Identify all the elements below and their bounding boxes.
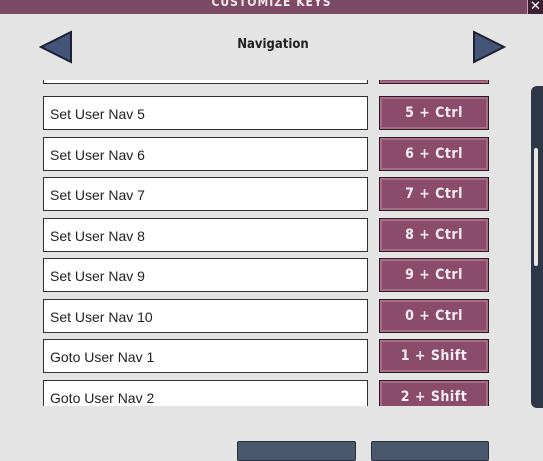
keybinding-row: Goto User Nav 1 1 + Shift: [0, 339, 543, 375]
key-binding-button[interactable]: 8 + Ctrl: [379, 218, 489, 252]
keybinding-row: Set User Nav 9 9 + Ctrl: [0, 258, 543, 294]
keybinding-row: Set User Nav 6 6 + Ctrl: [0, 137, 543, 173]
action-label: Set User Nav 9: [43, 258, 368, 292]
scrollbar-track[interactable]: [531, 86, 543, 408]
back-button[interactable]: [371, 441, 489, 461]
right-arrow-icon: [473, 30, 506, 64]
next-category-button[interactable]: [472, 30, 506, 64]
action-label: [43, 80, 368, 84]
category-title: Navigation: [237, 37, 309, 52]
action-label: Set User Nav 8: [43, 218, 368, 252]
key-binding-button[interactable]: 2 + Shift: [379, 380, 489, 406]
title-bar: CUSTOMIZE KEYS ✕: [0, 0, 543, 14]
key-binding-button[interactable]: [379, 80, 489, 84]
keybinding-row: Goto User Nav 2 2 + Shift: [0, 380, 543, 406]
keybinding-row: [0, 80, 543, 86]
keybinding-row: Set User Nav 7 7 + Ctrl: [0, 177, 543, 213]
key-binding-button[interactable]: 0 + Ctrl: [379, 299, 489, 333]
action-label: Goto User Nav 1: [43, 339, 368, 373]
action-label: Goto User Nav 2: [43, 380, 368, 406]
previous-category-button[interactable]: [39, 30, 73, 64]
scrollbar-thumb[interactable]: [534, 148, 538, 266]
key-binding-button[interactable]: 9 + Ctrl: [379, 258, 489, 292]
key-binding-button[interactable]: 5 + Ctrl: [379, 96, 489, 130]
keybinding-row: Set User Nav 5 5 + Ctrl: [0, 96, 543, 132]
key-binding-button[interactable]: 7 + Ctrl: [379, 177, 489, 211]
action-label: Set User Nav 10: [43, 299, 368, 333]
keybinding-row: Set User Nav 10 0 + Ctrl: [0, 299, 543, 335]
close-button[interactable]: ✕: [527, 0, 543, 14]
window-title: CUSTOMIZE KEYS: [211, 0, 332, 9]
action-label: Set User Nav 6: [43, 137, 368, 171]
keybinding-row: Set User Nav 8 8 + Ctrl: [0, 218, 543, 254]
keybinding-list[interactable]: Set User Nav 5 5 + Ctrl Set User Nav 6 6…: [0, 80, 543, 406]
left-arrow-icon: [39, 30, 72, 64]
reset-button[interactable]: [237, 441, 356, 461]
action-label: Set User Nav 5: [43, 96, 368, 130]
key-binding-button[interactable]: 1 + Shift: [379, 339, 489, 373]
key-binding-button[interactable]: 6 + Ctrl: [379, 137, 489, 171]
action-label: Set User Nav 7: [43, 177, 368, 211]
